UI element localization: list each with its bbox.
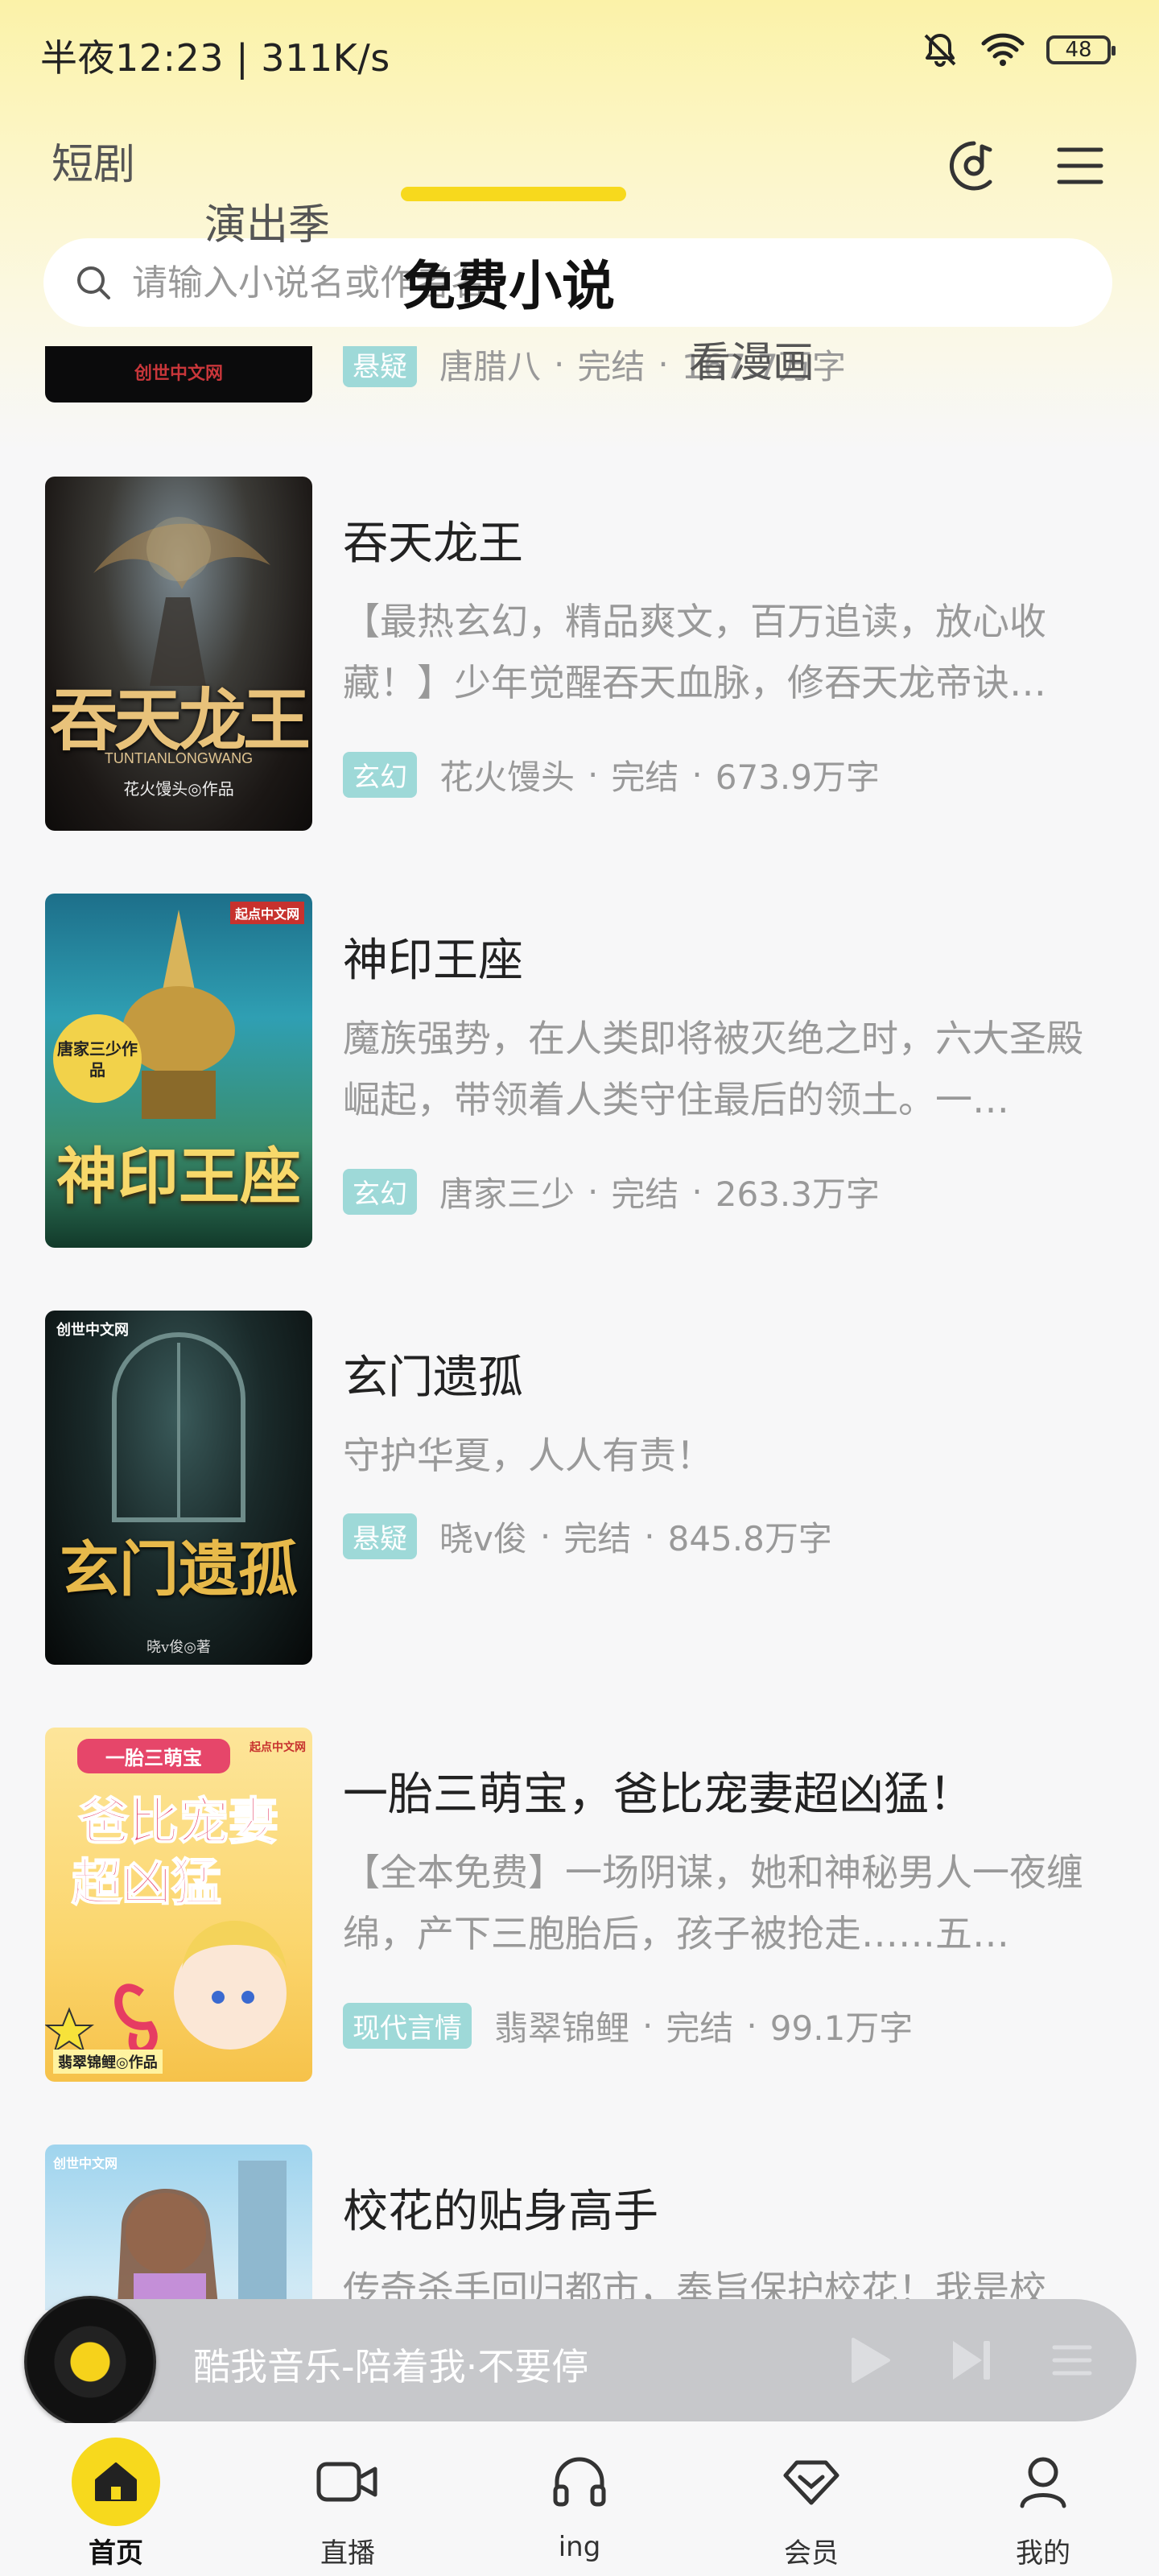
book-meta: 玄幻 唐家三少 · 完结 · 263.3万字 bbox=[343, 1167, 880, 1216]
book-meta: 玄幻 花火馒头 · 完结 · 673.9万字 bbox=[343, 750, 880, 799]
book-cover[interactable]: 吞天龙王 TUNTIANLONGWANG 花火馒头◎作品 bbox=[45, 477, 312, 831]
book-title[interactable]: 神印王座 bbox=[343, 924, 523, 989]
list-item[interactable]: 吞天龙王 TUNTIANLONGWANG 花火馒头◎作品 吞天龙王 【最热玄幻，… bbox=[0, 477, 1159, 831]
genre-tag: 悬疑 bbox=[343, 1513, 417, 1559]
book-status: 完结 bbox=[666, 2008, 734, 2048]
next-button[interactable] bbox=[942, 2330, 1003, 2391]
status-bar: 半夜12:23 | 311K/s 48 bbox=[0, 0, 1159, 105]
nav-label: 首页 bbox=[89, 2537, 143, 2570]
cover-title: 玄门遗孤 bbox=[60, 1535, 298, 1604]
list-item[interactable]: 起点中文网 唐家三少作品 神印王座 神印王座 魔族强势，在人类即将被灭绝之时，六… bbox=[0, 894, 1159, 1248]
book-word-count: 263.3万字 bbox=[715, 1174, 880, 1214]
home-icon bbox=[72, 2438, 160, 2526]
nav-label: ing bbox=[558, 2531, 601, 2563]
book-cover[interactable]: 创世中文网 玄门遗孤 晓v俊◎著 bbox=[45, 1311, 312, 1665]
wifi-icon bbox=[981, 33, 1025, 66]
book-status: 完结 bbox=[611, 1174, 679, 1214]
skip-next-icon bbox=[953, 2341, 990, 2380]
cover-title: 吞天龙王 bbox=[49, 680, 311, 760]
nav-label: 直播 bbox=[320, 2537, 375, 2570]
cover-author: 翡翠锦鲤◎作品 bbox=[53, 2050, 163, 2074]
battery-indicator: 48 bbox=[1046, 35, 1116, 64]
cover-author: 晓v俊◎著 bbox=[146, 1639, 211, 1656]
book-title[interactable]: 玄门遗孤 bbox=[343, 1341, 523, 1406]
book-title[interactable]: 吞天龙王 bbox=[343, 507, 523, 572]
diamond-heart-icon bbox=[767, 2438, 856, 2526]
mini-player[interactable]: 酷我音乐-陪着我·不要停 bbox=[24, 2296, 1136, 2428]
book-meta: 悬疑 晓v俊 · 完结 · 845.8万字 bbox=[343, 1512, 832, 1561]
tab-short-drama[interactable]: 短剧 bbox=[52, 130, 1159, 191]
list-item[interactable]: 创世中文网 校花的贴身高手 传奇杀手回归都市，奉旨保护校花！我是校 bbox=[0, 2145, 1159, 2310]
video-camera-icon bbox=[303, 2438, 392, 2526]
tab-performance-season[interactable]: 演出季 bbox=[204, 191, 1159, 251]
list-item[interactable]: 一胎三萌宝 起点中文网 爸比宠妻 超凶猛 翡翠锦鲤◎作品 一胎三萌宝，爸比宠妻超… bbox=[0, 1728, 1159, 2082]
vinyl-disc-icon[interactable] bbox=[24, 2296, 156, 2428]
book-description: 【全本免费】一场阴谋，她和神秘男人一夜缠绵，产下三胞胎后，孩子被抢走……五… bbox=[343, 1851, 1083, 1955]
genre-tag: 现代言情 bbox=[343, 2003, 472, 2049]
cover-brand: 创世中文网 bbox=[56, 1322, 129, 1338]
cover-top-banner: 一胎三萌宝 bbox=[77, 1739, 230, 1773]
book-word-count: 99.1万字 bbox=[769, 2008, 914, 2048]
nav-home[interactable]: 首页 bbox=[35, 2438, 196, 2570]
novel-list[interactable]: 创世中文网 悬疑 唐腊八 · 完结 · 167.7万字 吞天龙王 TUNTIAN… bbox=[0, 346, 1159, 2310]
cover-brand: 创世中文网 bbox=[53, 2157, 118, 2171]
cover-author-badge: 唐家三少作品 bbox=[53, 1014, 142, 1103]
genre-tag: 悬疑 bbox=[343, 346, 417, 387]
top-tabs: 短剧 演出季 免费小说 看漫画 bbox=[0, 121, 1159, 387]
cover-subtitle: TUNTIANLONGWANG bbox=[104, 750, 254, 766]
cover-gate-art bbox=[112, 1332, 245, 1522]
cover-title-line2: 超凶猛 bbox=[71, 1852, 222, 1913]
book-cover[interactable]: 一胎三萌宝 起点中文网 爸比宠妻 超凶猛 翡翠锦鲤◎作品 bbox=[45, 1728, 312, 2082]
cover-brand: 起点中文网 bbox=[229, 902, 304, 924]
book-author: 翡翠锦鲤 bbox=[494, 2008, 630, 2048]
genre-tag: 玄幻 bbox=[343, 752, 417, 798]
tab-comics[interactable]: 看漫画 bbox=[689, 328, 1159, 389]
playlist-button[interactable] bbox=[1041, 2330, 1103, 2391]
cover-title: 神印王座 bbox=[56, 1141, 301, 1212]
search-icon bbox=[77, 266, 110, 299]
nav-mine[interactable]: 我的 bbox=[963, 2438, 1124, 2570]
bell-muted-icon bbox=[924, 34, 956, 67]
book-status: 完结 bbox=[577, 347, 645, 386]
book-title[interactable]: 一胎三萌宝，爸比宠妻超凶猛！ bbox=[343, 1758, 974, 1823]
book-author: 唐腊八 bbox=[439, 347, 542, 386]
book-author: 花火馒头 bbox=[439, 758, 575, 797]
bottom-navigation: 首页 直播 ing 会员 我的 bbox=[0, 2423, 1159, 2576]
book-word-count: 673.9万字 bbox=[715, 758, 880, 797]
book-title[interactable]: 校花的贴身高手 bbox=[343, 2175, 658, 2240]
book-status: 完结 bbox=[611, 758, 679, 797]
status-time: 半夜12:23 | 311K/s bbox=[40, 36, 390, 80]
book-description: 守护华夏，人人有责！ bbox=[343, 1434, 713, 1477]
tab-free-novels[interactable]: 免费小说 bbox=[402, 243, 1159, 320]
nav-label: 会员 bbox=[784, 2537, 839, 2570]
play-button[interactable] bbox=[839, 2330, 900, 2391]
list-item[interactable]: 创世中文网 玄门遗孤 晓v俊◎著 玄门遗孤 守护华夏，人人有责！ 悬疑 晓v俊 … bbox=[0, 1311, 1159, 1665]
book-meta: 现代言情 翡翠锦鲤 · 完结 · 99.1万字 bbox=[343, 2001, 913, 2050]
playlist-icon bbox=[1052, 2345, 1092, 2376]
book-status: 完结 bbox=[563, 1519, 632, 1558]
book-word-count: 845.8万字 bbox=[667, 1519, 832, 1558]
play-icon bbox=[852, 2338, 890, 2383]
status-icons: 48 bbox=[921, 31, 1116, 69]
nav-vip[interactable]: 会员 bbox=[731, 2438, 892, 2570]
headphones-icon bbox=[535, 2438, 624, 2526]
nav-ing[interactable]: ing bbox=[499, 2438, 660, 2563]
cover-brand: 起点中文网 bbox=[250, 1741, 306, 1754]
book-description: 【最热玄幻，精品爽文，百万追读，放心收藏！】少年觉醒吞天血脉，修吞天龙帝诀… bbox=[343, 600, 1046, 704]
book-cover[interactable]: 创世中文网 bbox=[45, 346, 312, 402]
book-author: 唐家三少 bbox=[439, 1174, 575, 1214]
user-icon bbox=[999, 2438, 1087, 2526]
book-cover[interactable]: 创世中文网 bbox=[45, 2145, 312, 2310]
nav-live[interactable]: 直播 bbox=[267, 2438, 428, 2570]
book-description: 魔族强势，在人类即将被灭绝之时，六大圣殿崛起，带领着人类守住最后的领土。一… bbox=[343, 1017, 1083, 1121]
cover-author: 花火馒头◎作品 bbox=[123, 779, 234, 799]
now-playing-title[interactable]: 酷我音乐-陪着我·不要停 bbox=[193, 2338, 588, 2391]
nav-label: 我的 bbox=[1016, 2537, 1070, 2570]
cover-brand: 创世中文网 bbox=[134, 363, 223, 384]
book-author: 晓v俊 bbox=[439, 1519, 527, 1558]
book-cover[interactable]: 起点中文网 唐家三少作品 神印王座 bbox=[45, 894, 312, 1248]
genre-tag: 玄幻 bbox=[343, 1169, 417, 1215]
